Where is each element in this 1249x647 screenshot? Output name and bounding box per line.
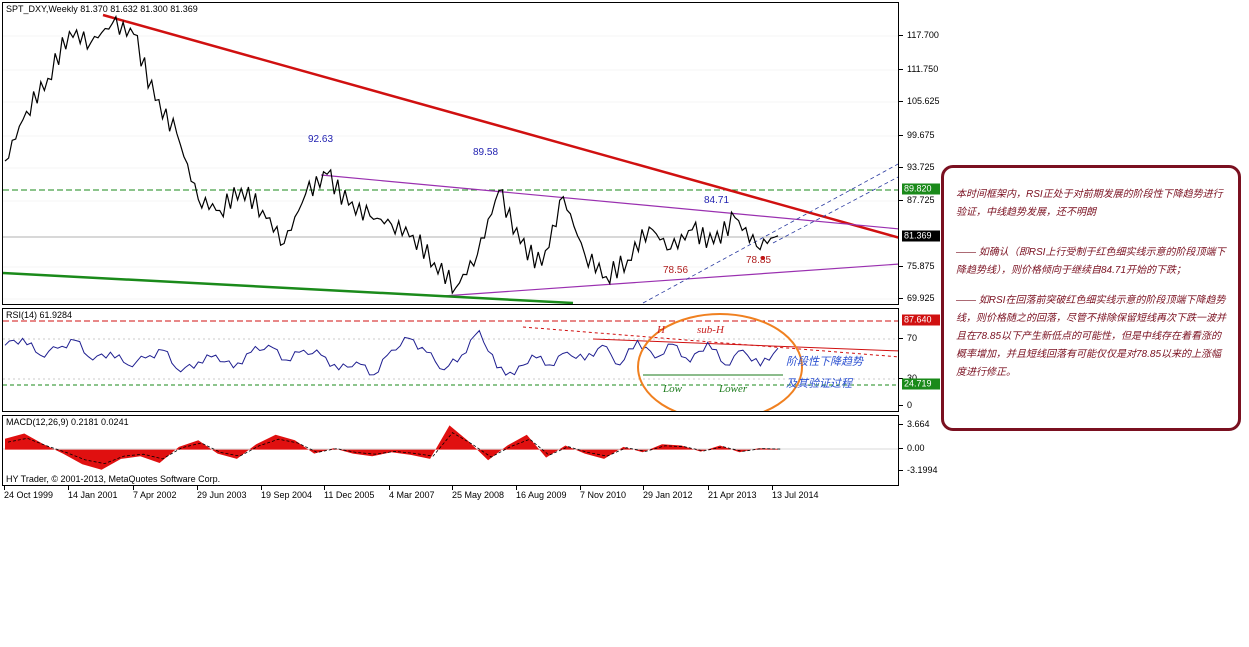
price-chart-title: SPT_DXY,Weekly 81.370 81.632 81.300 81.3… [6,4,198,14]
low-label-1: 78.56 [663,265,689,276]
time-tick: 4 Mar 2007 [389,486,435,500]
time-tick: 21 Apr 2013 [708,486,757,500]
time-tick: 11 Dec 2005 [324,486,375,500]
rsi-lower-badge: 24.719 [902,378,940,390]
time-tick: 16 Aug 2009 [516,486,567,500]
commentary-paragraph-2: —— 如确认（即RSI上行受制于红色细实线示意的阶段顶端下降趋势线），则价格倾向… [956,247,1226,276]
time-tick: 25 May 2008 [452,486,505,500]
price-tick: 111.750 [898,64,939,74]
time-tick: 14 Jan 2001 [68,486,118,500]
price-tick: 93.725 [899,162,935,172]
price-tick: 75.875 [899,261,935,271]
time-tick: 29 Jan 2012 [643,486,693,500]
price-tick: 99.675 [899,130,935,140]
green-support-line [3,271,574,304]
rsi-solid-trendline [592,338,898,352]
macd-histogram [5,425,778,470]
rsi-chart-svg [3,313,898,411]
price-tick: 87.725 [899,195,935,205]
analysis-commentary-box: 本时间框架内，RSI正处于对前期发展的阶段性下降趋势进行验证，中线趋势发展，还不… [941,165,1241,431]
copyright-text: HY Trader, © 2001-2013, MetaQuotes Softw… [6,474,221,484]
rsi-panel[interactable]: RSI(14) 61.9284 H sub-H Low Lower 阶段性下降趋… [2,308,899,412]
peak-label-1: 92.63 [308,134,334,145]
peak-label-2: 89.58 [473,147,499,158]
rsi-subh-label: sub-H [697,324,724,336]
green-level-badge: 89.820 [902,183,940,195]
rsi-note-line-1: 阶段性下降趋势 [786,356,863,368]
commentary-paragraph-1: 本时间框架内，RSI正处于对前期发展的阶段性下降趋势进行验证，中线趋势发展，还不… [956,189,1223,218]
price-series-line [4,14,779,295]
long-term-downtrend-line [102,13,898,239]
time-tick: 13 Jul 2014 [772,486,819,500]
upper-purple-trendline [320,174,898,230]
rsi-note-line-2: 及其验证过程 [786,378,852,390]
price-tick: 117.700 [899,30,939,40]
price-chart-panel[interactable]: SPT_DXY,Weekly 81.370 81.632 81.300 81.3… [2,2,899,305]
time-tick: 7 Nov 2010 [580,486,627,500]
rsi-tick: 70 [898,333,918,343]
macd-tick: 0.00 [899,443,925,453]
price-tick: 105.625 [899,96,940,106]
time-tick: 24 Oct 1999 [4,486,54,500]
rsi-tick: 0 [898,400,913,410]
rsi-lower-label: Lower [719,383,748,395]
rsi-h-label: H [657,324,665,336]
rsi-upper-badge: 87.640 [902,314,940,326]
rsi-title: RSI(14) 61.9284 [6,310,73,320]
time-tick: 29 Jun 2003 [197,486,247,500]
macd-title: MACD(12,26,9) 0.2181 0.0241 [6,417,129,427]
rsi-series-line [4,329,779,376]
time-tick: 19 Sep 2004 [261,486,313,500]
current-price-badge: 81.369 [902,230,940,242]
macd-tick: 3.664 [899,419,930,429]
commentary-paragraph-3: —— 如RSI在回落前突破红色细实线示意的阶段顶端下降趋势线，则价格随之的回落，… [956,295,1226,378]
price-tick: 69.925 [899,293,935,303]
projection-line-1 [642,163,898,304]
low-label-2: 78.85 [746,255,772,266]
rsi-low-label: Low [663,383,682,395]
macd-tick: -3.1994 [899,465,938,475]
time-axis: 24 Oct 1999 14 Jan 2001 7 Apr 2002 29 Ju… [2,486,899,504]
peak-label-3: 84.71 [704,195,730,206]
time-tick: 7 Apr 2002 [133,486,177,500]
macd-panel[interactable]: MACD(12,26,9) 0.2181 0.0241 HY Trader, ©… [2,415,899,486]
